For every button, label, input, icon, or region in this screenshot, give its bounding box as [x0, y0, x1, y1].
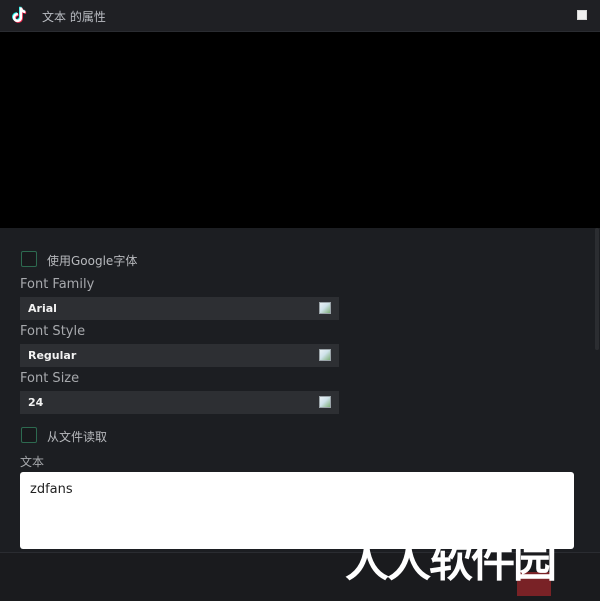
dropdown-image-icon[interactable]	[319, 349, 331, 361]
font-style-label: Font Style	[20, 324, 86, 339]
text-label: 文本	[20, 455, 45, 469]
font-family-dropdown[interactable]: Arial	[20, 297, 339, 320]
font-size-label: Font Size	[20, 371, 80, 386]
google-fonts-checkbox[interactable]	[21, 251, 37, 267]
font-style-value: Regular	[28, 349, 77, 362]
google-fonts-label: 使用Google字体	[47, 254, 138, 268]
title-bar: 文本 的属性	[0, 0, 600, 32]
read-from-file-label: 从文件读取	[47, 430, 108, 444]
tiktok-logo-icon	[12, 6, 27, 23]
font-size-value: 24	[28, 396, 44, 409]
window-title: 文本 的属性	[42, 10, 106, 24]
font-style-dropdown[interactable]: Regular	[20, 344, 339, 367]
font-size-input[interactable]: 24	[20, 391, 339, 414]
dropdown-image-icon[interactable]	[319, 302, 331, 314]
video-preview	[0, 32, 600, 228]
maximize-icon[interactable]	[577, 10, 587, 20]
watermark: 人人软件园	[345, 536, 557, 587]
panel-scrollbar[interactable]	[595, 228, 599, 350]
font-family-label: Font Family	[20, 277, 95, 292]
dropdown-image-icon[interactable]	[319, 396, 331, 408]
font-family-value: Arial	[28, 302, 57, 315]
read-from-file-checkbox[interactable]	[21, 427, 37, 443]
